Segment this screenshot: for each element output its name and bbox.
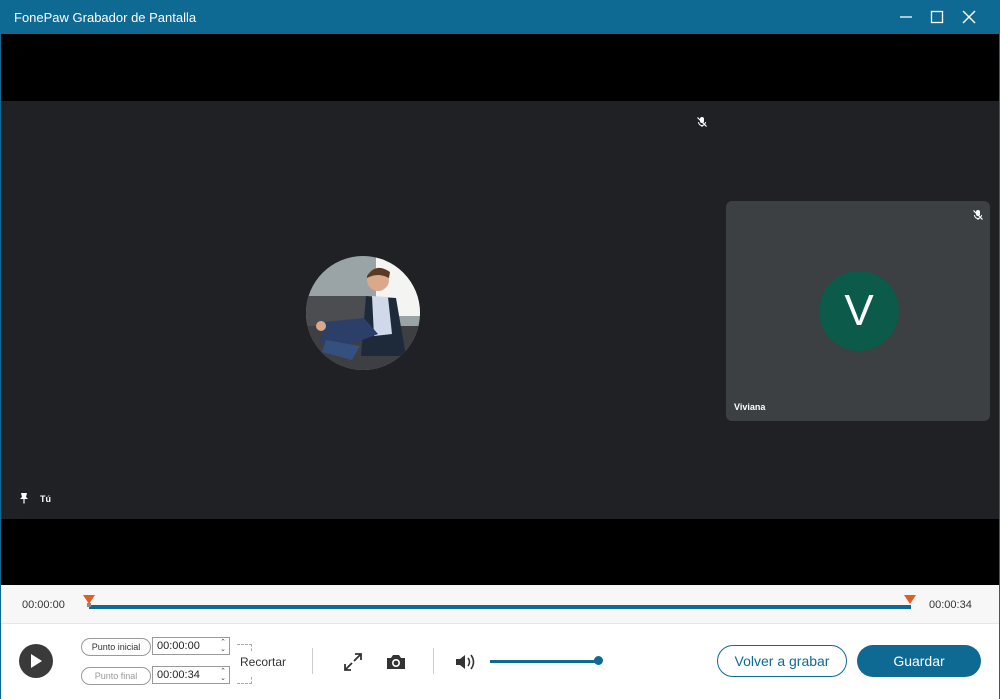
start-marker[interactable] bbox=[83, 595, 95, 604]
end-point-label: Punto final bbox=[81, 667, 151, 685]
participant-photo bbox=[306, 256, 420, 370]
window-title: FonePaw Grabador de Pantalla bbox=[14, 10, 197, 25]
self-label: Tú bbox=[40, 494, 51, 504]
control-bar: Punto inicial 00:00:00 ⌃ ⌄ Punto final 00… bbox=[1, 623, 999, 699]
participant-avatar: V bbox=[819, 271, 899, 351]
mic-off-icon bbox=[696, 115, 708, 133]
volume-slider[interactable] bbox=[490, 660, 600, 663]
divider bbox=[312, 648, 313, 674]
trim-bracket-top bbox=[237, 644, 252, 651]
close-icon bbox=[962, 10, 976, 24]
snapshot-button[interactable] bbox=[384, 650, 408, 674]
expand-icon bbox=[344, 653, 362, 671]
timeline: 00:00:00 00:00:34 bbox=[1, 585, 999, 623]
participant-tile: V Viviana bbox=[726, 201, 990, 421]
divider bbox=[433, 648, 434, 674]
end-time-value: 00:00:34 bbox=[157, 669, 200, 681]
minimize-button[interactable] bbox=[895, 6, 917, 28]
close-button[interactable] bbox=[958, 6, 980, 28]
trim-button[interactable]: Recortar bbox=[240, 655, 286, 669]
play-button[interactable] bbox=[19, 644, 53, 678]
volume-slider-handle[interactable] bbox=[594, 656, 603, 665]
start-time: 00:00:00 bbox=[22, 599, 65, 611]
maximize-icon bbox=[930, 10, 944, 24]
play-icon bbox=[31, 654, 42, 668]
speaker-icon bbox=[456, 654, 475, 670]
end-time-field[interactable]: 00:00:34 ⌃ ⌄ bbox=[152, 666, 230, 684]
pin-icon[interactable] bbox=[18, 491, 30, 509]
end-marker[interactable] bbox=[904, 595, 916, 604]
volume-button[interactable] bbox=[454, 650, 478, 674]
end-time: 00:00:34 bbox=[929, 599, 972, 611]
start-point-label: Punto inicial bbox=[81, 638, 151, 656]
save-button[interactable]: Guardar bbox=[857, 645, 981, 677]
start-time-value: 00:00:00 bbox=[157, 640, 200, 652]
mic-off-icon bbox=[972, 208, 984, 226]
minimize-icon bbox=[900, 16, 912, 18]
timeline-progress bbox=[89, 605, 911, 609]
fullscreen-button[interactable] bbox=[341, 650, 365, 674]
end-time-stepper[interactable]: ⌃ ⌄ bbox=[220, 668, 226, 682]
start-time-field[interactable]: 00:00:00 ⌃ ⌄ bbox=[152, 637, 230, 655]
trim-bracket-bottom bbox=[237, 677, 252, 684]
camera-icon bbox=[387, 655, 405, 669]
participant-name: Viviana bbox=[734, 402, 766, 412]
rerecord-button[interactable]: Volver a grabar bbox=[717, 645, 847, 677]
maximize-button[interactable] bbox=[926, 6, 948, 28]
timeline-track[interactable] bbox=[89, 605, 911, 609]
title-bar: FonePaw Grabador de Pantalla bbox=[0, 0, 1000, 34]
start-time-stepper[interactable]: ⌃ ⌄ bbox=[220, 639, 226, 653]
